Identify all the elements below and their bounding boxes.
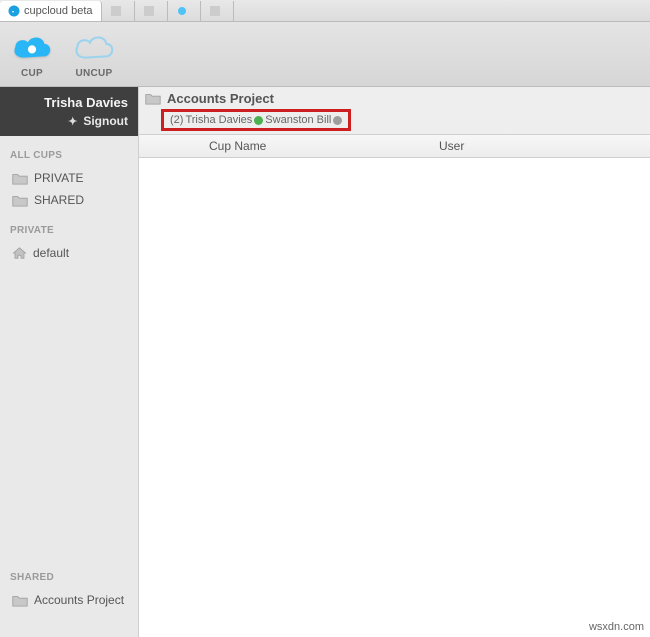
folder-icon xyxy=(12,194,28,207)
status-dot-offline-icon xyxy=(333,116,342,125)
user2-name: Swanston Bill xyxy=(265,114,331,126)
user-name: Trisha Davies xyxy=(10,95,128,110)
table-header: Cup Name User xyxy=(139,135,650,158)
folder-icon xyxy=(12,594,28,607)
browser-tab[interactable] xyxy=(168,1,201,21)
browser-tab-active[interactable]: cupcloud beta xyxy=(0,1,102,21)
sidebar-item-label: PRIVATE xyxy=(34,171,84,185)
signout-button[interactable]: ✦ Signout xyxy=(10,114,128,128)
lightning-icon: ✦ xyxy=(68,115,77,128)
folder-icon xyxy=(12,172,28,185)
sidebar-item-default[interactable]: default xyxy=(0,242,138,264)
uncup-button[interactable]: UNCUP xyxy=(72,33,116,79)
app-toolbar: CUP UNCUP xyxy=(0,22,650,87)
sidebar-item-accounts-project[interactable]: Accounts Project xyxy=(0,589,138,611)
home-icon xyxy=(12,246,27,260)
user-block: Trisha Davies ✦ Signout xyxy=(0,87,138,136)
user1-name: Trisha Davies xyxy=(185,114,252,126)
sidebar-item-label: Accounts Project xyxy=(34,593,124,607)
sidebar-item-label: default xyxy=(33,246,69,260)
column-cupname[interactable]: Cup Name xyxy=(139,139,439,153)
content-title-row: Accounts Project xyxy=(145,91,644,106)
sidebar-item-label: SHARED xyxy=(34,193,84,207)
browser-tab-bar: cupcloud beta xyxy=(0,0,650,22)
tab-favicon xyxy=(110,5,122,17)
browser-tab-title: cupcloud beta xyxy=(24,5,93,17)
sidebar-item-shared[interactable]: SHARED xyxy=(0,189,138,211)
cup-button[interactable]: CUP xyxy=(10,33,54,79)
cloud-filled-icon xyxy=(10,33,54,66)
column-user[interactable]: User xyxy=(439,139,650,153)
watermark: wsxdn.com xyxy=(589,621,644,633)
sidebar: Trisha Davies ✦ Signout ALL CUPS PRIVATE… xyxy=(0,87,138,637)
tab-favicon xyxy=(209,5,221,17)
tab-favicon xyxy=(143,5,155,17)
signout-label: Signout xyxy=(83,114,128,128)
status-dot-online-icon xyxy=(254,116,263,125)
cup-label: CUP xyxy=(21,68,43,79)
content-area: Accounts Project (2) Trisha Davies Swans… xyxy=(138,87,650,637)
section-header-private: PRIVATE xyxy=(0,211,138,242)
browser-tab[interactable] xyxy=(201,1,234,21)
browser-tab[interactable] xyxy=(102,1,135,21)
shared-users-row[interactable]: (2) Trisha Davies Swanston Bill xyxy=(161,109,351,131)
folder-icon xyxy=(145,92,161,105)
tab-favicon xyxy=(176,5,188,17)
content-title: Accounts Project xyxy=(167,91,274,106)
uncup-label: UNCUP xyxy=(75,68,112,79)
section-header-allcups: ALL CUPS xyxy=(0,136,138,167)
cupcloud-favicon xyxy=(8,5,20,17)
cloud-outline-icon xyxy=(72,33,116,66)
section-header-shared: SHARED xyxy=(0,558,138,589)
sidebar-item-private[interactable]: PRIVATE xyxy=(0,167,138,189)
users-count: (2) xyxy=(170,114,183,126)
browser-tab[interactable] xyxy=(135,1,168,21)
table-body-empty xyxy=(139,158,650,637)
content-header: Accounts Project (2) Trisha Davies Swans… xyxy=(139,87,650,135)
